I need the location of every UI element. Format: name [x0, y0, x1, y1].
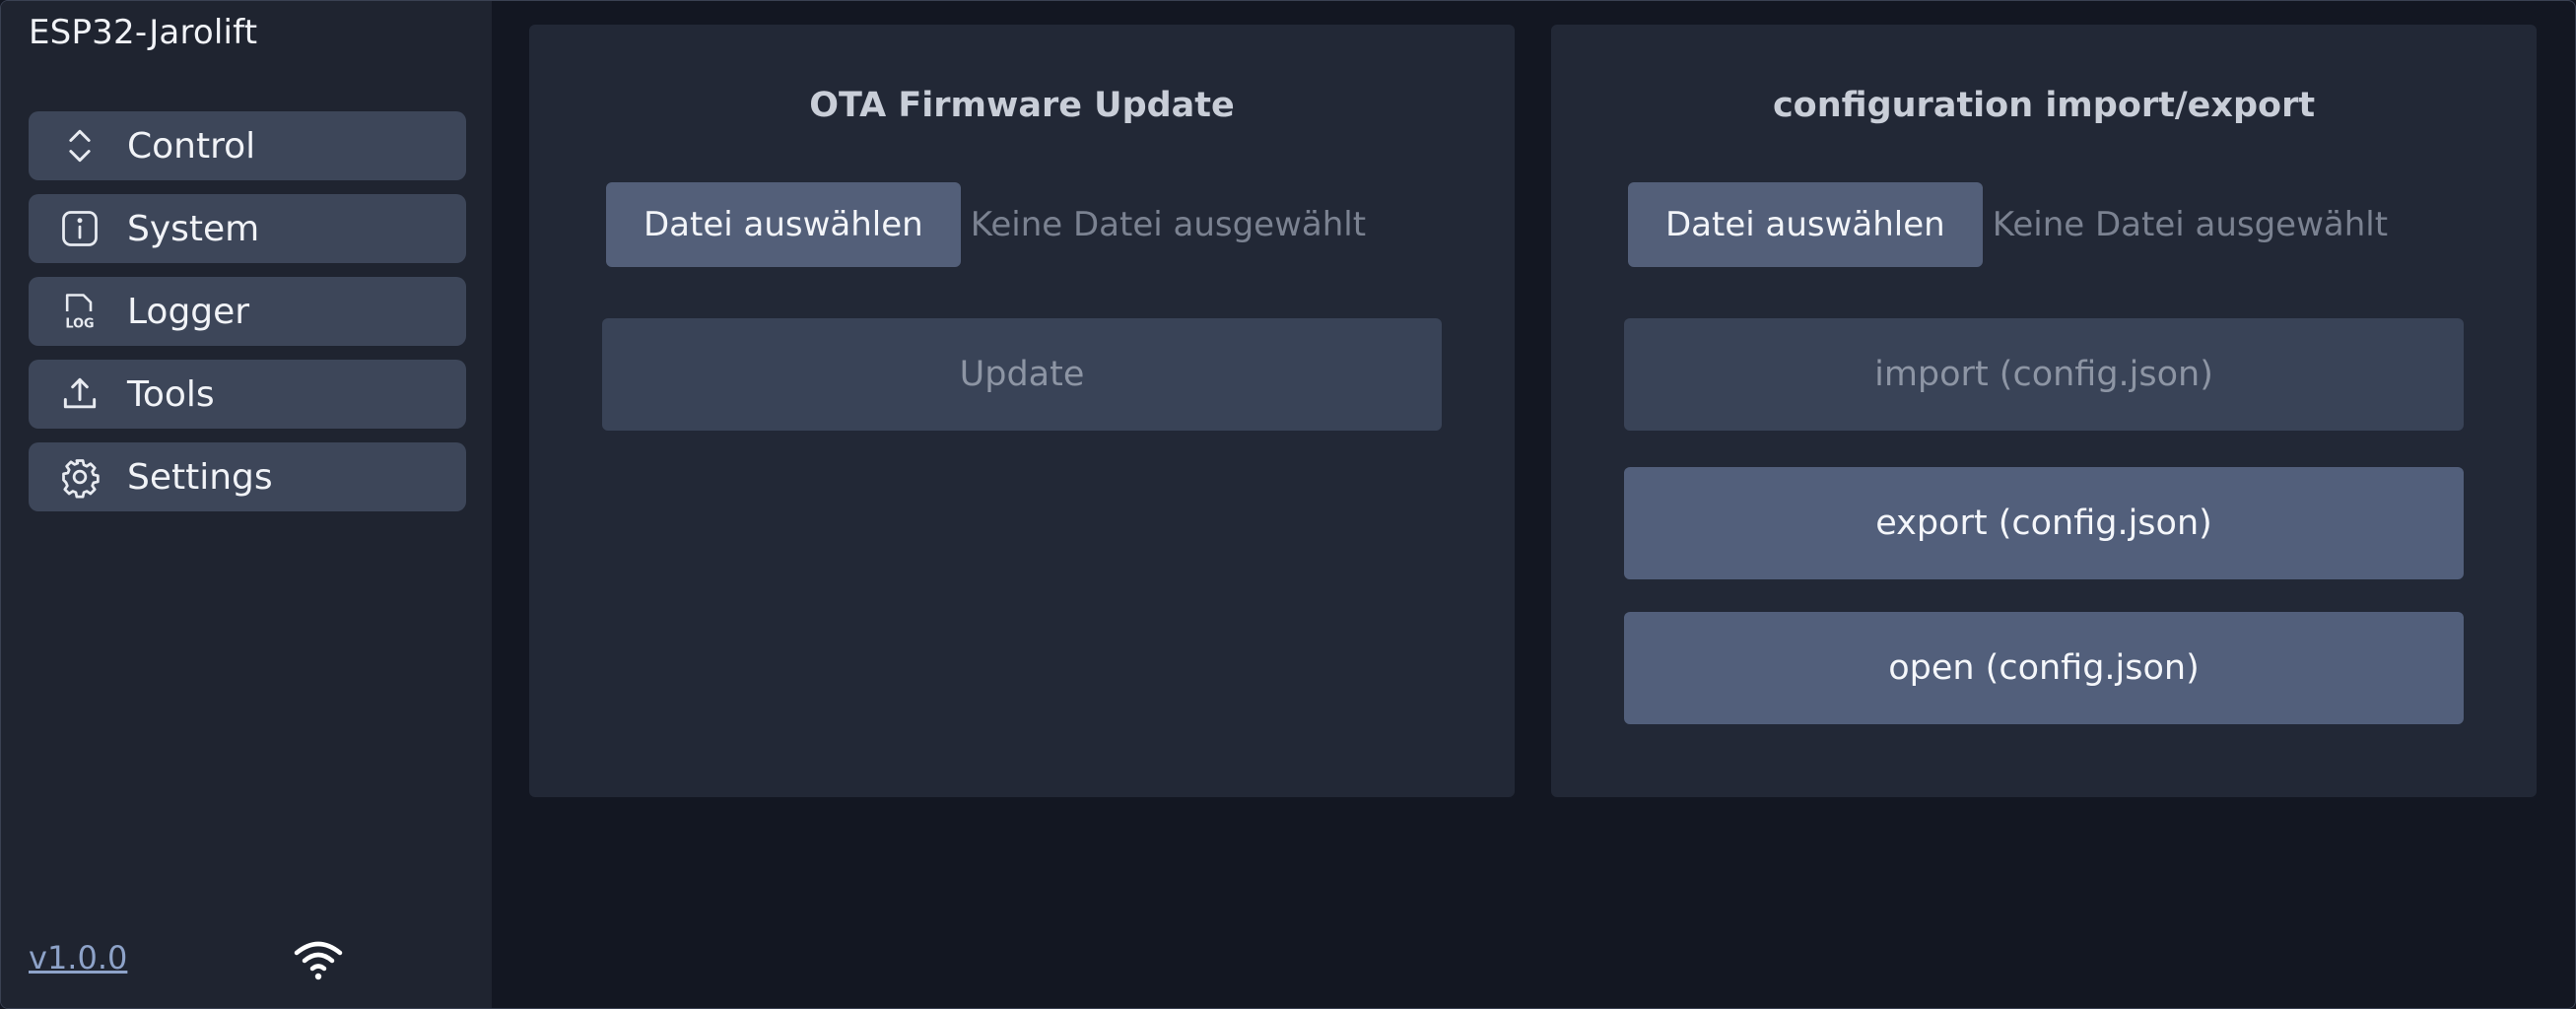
open-config-button[interactable]: open (config.json) [1624, 612, 2464, 724]
sidebar-item-tools[interactable]: Tools [29, 360, 466, 429]
sidebar-item-control[interactable]: Control [29, 111, 466, 180]
sidebar-item-settings[interactable]: Settings [29, 442, 466, 511]
sidebar-item-label: System [127, 208, 260, 249]
config-file-picker: Datei auswählen Keine Datei ausgewählt [1628, 182, 2388, 267]
version-link[interactable]: v1.0.0 [29, 939, 127, 976]
sidebar-item-label: Logger [127, 291, 250, 332]
config-panel: configuration import/export Datei auswäh… [1551, 25, 2537, 797]
svg-text:LOG: LOG [65, 317, 94, 332]
sidebar-item-label: Tools [127, 373, 215, 415]
upload-icon [58, 372, 102, 416]
update-button[interactable]: Update [602, 318, 1442, 431]
log-file-icon: LOG [58, 290, 102, 333]
info-icon [58, 207, 102, 250]
sidebar-item-system[interactable]: System [29, 194, 466, 263]
export-config-button[interactable]: export (config.json) [1624, 467, 2464, 579]
config-panel-title: configuration import/export [1772, 86, 2316, 125]
ota-file-picker: Datei auswählen Keine Datei ausgewählt [606, 182, 1366, 267]
app-window: ESP32-Jarolift Control System LOG Logger… [0, 0, 2576, 1009]
ota-file-status: Keine Datei ausgewählt [970, 205, 1367, 244]
chevron-up-down-icon [58, 124, 102, 168]
wifi-icon [291, 937, 346, 982]
sidebar-nav: Control System LOG Logger Tools Settings [29, 111, 466, 525]
config-choose-file-button[interactable]: Datei auswählen [1628, 182, 1983, 267]
ota-panel: OTA Firmware Update Datei auswählen Kein… [529, 25, 1515, 797]
app-title: ESP32-Jarolift [29, 13, 258, 52]
sidebar: ESP32-Jarolift Control System LOG Logger… [1, 1, 492, 1008]
config-file-status: Keine Datei ausgewählt [1992, 205, 2389, 244]
ota-choose-file-button[interactable]: Datei auswählen [606, 182, 961, 267]
sidebar-item-label: Settings [127, 456, 273, 498]
sidebar-item-logger[interactable]: LOG Logger [29, 277, 466, 346]
gear-icon [58, 455, 102, 499]
sidebar-item-label: Control [127, 125, 256, 167]
import-config-button[interactable]: import (config.json) [1624, 318, 2464, 431]
ota-panel-title: OTA Firmware Update [809, 86, 1235, 125]
